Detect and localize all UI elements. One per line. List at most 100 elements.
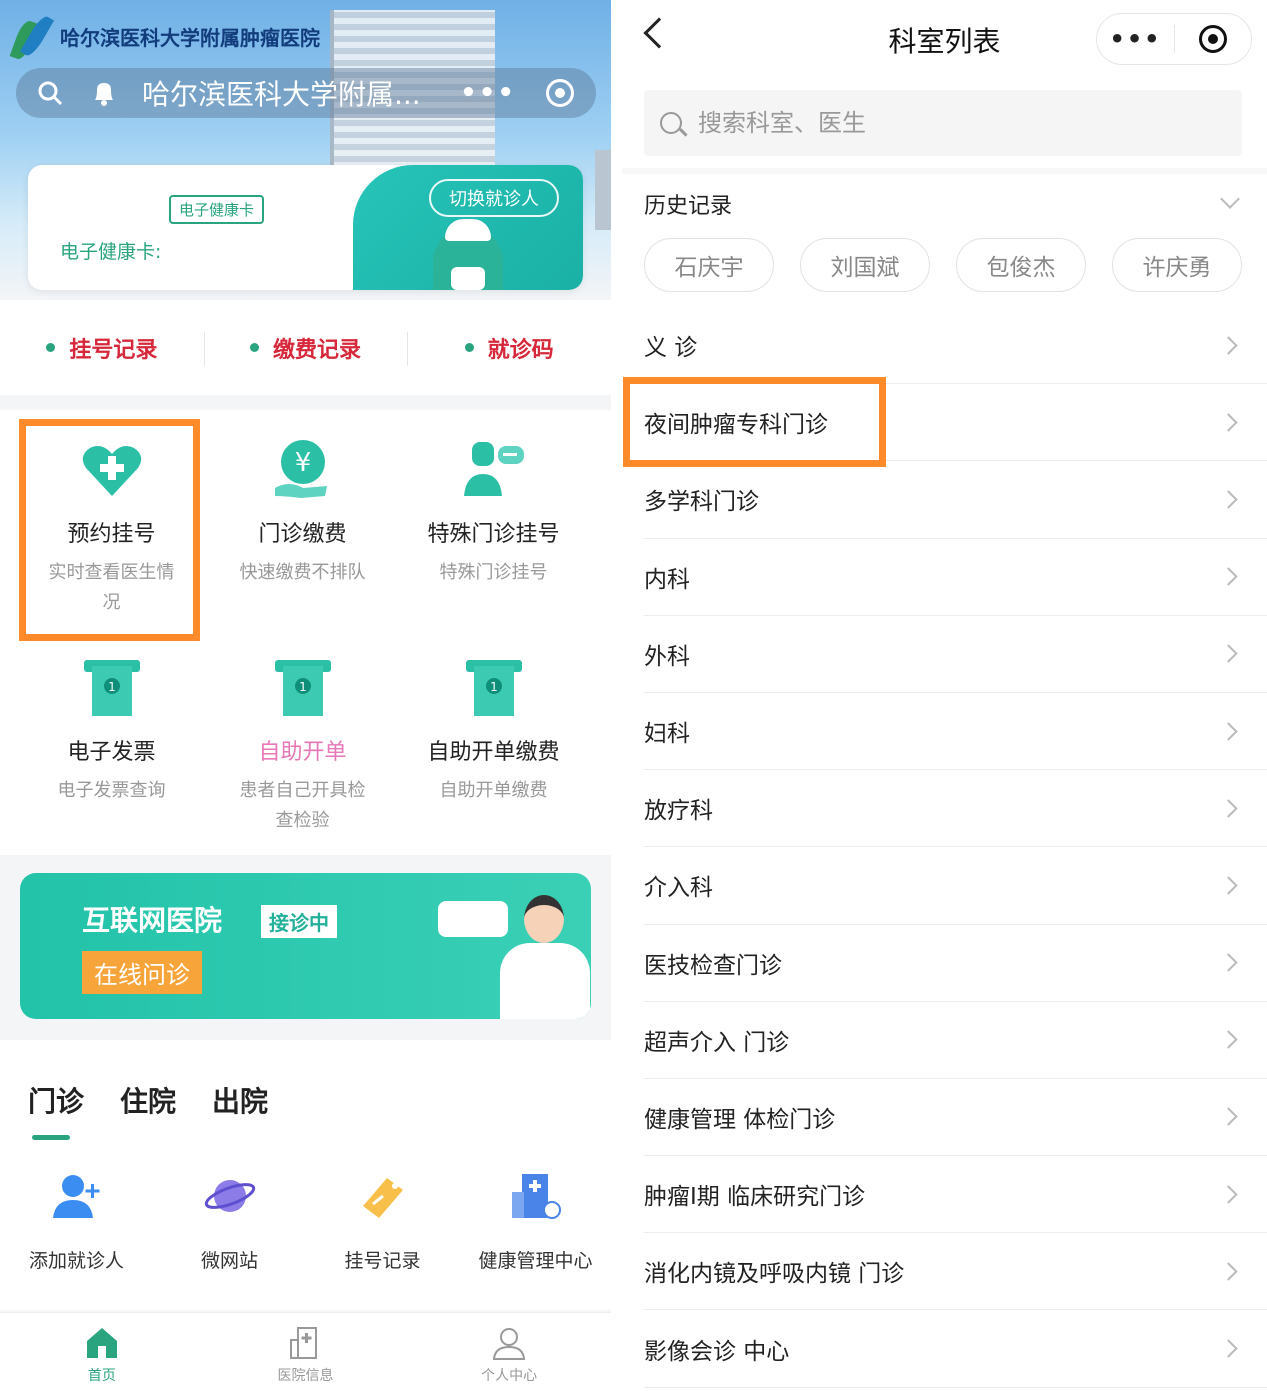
history-chip[interactable]: 石庆宇 bbox=[644, 238, 774, 292]
quick-link-registration-record[interactable]: 挂号记录 bbox=[0, 332, 204, 364]
department-item[interactable]: 影像会诊 中心 bbox=[644, 1310, 1267, 1388]
department-item[interactable]: 肿瘤I期 临床研究门诊 bbox=[644, 1156, 1267, 1234]
service-health-center[interactable]: 健康管理中心 bbox=[459, 1170, 611, 1273]
quick-link-label: 就诊码 bbox=[487, 337, 554, 363]
department-name: 多学科门诊 bbox=[644, 489, 759, 516]
dot-icon bbox=[46, 343, 56, 352]
quick-link-payment-record[interactable]: 缴费记录 bbox=[203, 331, 408, 366]
department-item[interactable]: 妇科 bbox=[644, 693, 1267, 771]
department-name: 义 诊 bbox=[644, 335, 698, 362]
divider bbox=[622, 168, 1267, 174]
online-consult-button[interactable]: 在线问诊 bbox=[82, 951, 202, 994]
highlight-box bbox=[19, 419, 200, 641]
chat-bubble-icon bbox=[438, 901, 508, 937]
internet-hospital-banner[interactable]: 互联网医院 接诊中 在线问诊 bbox=[20, 873, 591, 1019]
tabbar-label: 首页 bbox=[87, 1368, 116, 1384]
svg-text:1: 1 bbox=[490, 680, 498, 694]
nurse-mascot-icon bbox=[433, 219, 503, 290]
health-card[interactable]: 电子健康卡 电子健康卡: 切换就诊人 bbox=[28, 165, 583, 290]
grid-item-e-invoice[interactable]: 1 电子发票 电子发票查询 bbox=[16, 656, 207, 806]
grid-item-self-order[interactable]: 1 自助开单 患者自己开具检查检验 bbox=[207, 656, 398, 836]
health-card-badge: 电子健康卡 bbox=[169, 195, 265, 224]
building-image-small bbox=[595, 150, 611, 230]
search-icon bbox=[660, 112, 682, 134]
department-item[interactable]: 健康管理 体检门诊 bbox=[644, 1079, 1267, 1157]
grid-item-sub: 特殊门诊挂号 bbox=[439, 562, 548, 583]
department-list: 义 诊 夜间肿瘤专科门诊 多学科门诊 内科 外科 妇科 放疗科 介入科 医技检查… bbox=[644, 307, 1267, 1388]
department-name: 妇科 bbox=[644, 721, 690, 748]
department-item[interactable]: 内科 bbox=[644, 539, 1267, 616]
service-registration-record[interactable]: 挂号记录 bbox=[306, 1170, 459, 1273]
chevron-right-icon bbox=[1219, 1339, 1238, 1358]
hospital-building-icon bbox=[510, 1170, 562, 1222]
grid-item-sub: 患者自己开具检查检验 bbox=[239, 780, 366, 831]
search-icon[interactable] bbox=[30, 73, 70, 113]
receipt-icon: 1 bbox=[271, 656, 335, 720]
chevron-right-icon bbox=[1219, 335, 1238, 355]
switch-patient-button[interactable]: 切换就诊人 bbox=[429, 179, 559, 217]
tab-outpatient[interactable]: 门诊 bbox=[28, 1080, 84, 1140]
history-chip[interactable]: 许庆勇 bbox=[1112, 238, 1242, 292]
chevron-right-icon bbox=[1219, 1184, 1238, 1204]
department-item[interactable]: 放疗科 bbox=[644, 770, 1267, 848]
department-item[interactable]: 义 诊 bbox=[644, 307, 1267, 385]
quick-links: 挂号记录 缴费记录 就诊码 bbox=[0, 300, 611, 395]
history-chip[interactable]: 刘国斌 bbox=[800, 238, 930, 292]
receipt-icon: 1 bbox=[80, 656, 144, 720]
chevron-right-icon bbox=[1219, 413, 1238, 432]
chevron-right-icon bbox=[1219, 490, 1238, 509]
grid-item-outpatient-payment[interactable]: ¥ 门诊缴费 快速缴费不排队 bbox=[207, 438, 398, 588]
department-name: 肿瘤I期 临床研究门诊 bbox=[644, 1184, 866, 1211]
home-icon bbox=[84, 1325, 120, 1361]
service-microsite[interactable]: 微网站 bbox=[153, 1170, 306, 1273]
chevron-right-icon bbox=[1219, 1030, 1238, 1049]
tab-inpatient[interactable]: 住院 bbox=[120, 1080, 176, 1120]
doctor-illustration bbox=[500, 895, 590, 1019]
tab-discharge[interactable]: 出院 bbox=[212, 1080, 268, 1120]
department-name: 影像会诊 中心 bbox=[644, 1338, 790, 1365]
close-miniprogram-icon[interactable] bbox=[1199, 25, 1227, 53]
close-miniprogram-icon[interactable] bbox=[546, 79, 574, 107]
search-bar[interactable] bbox=[644, 90, 1242, 156]
logo-leaf-icon bbox=[9, 12, 55, 62]
svg-text:1: 1 bbox=[299, 680, 307, 694]
tabbar-home[interactable]: 首页 bbox=[0, 1313, 204, 1391]
tabbar-hospital-info[interactable]: 医院信息 bbox=[204, 1313, 408, 1391]
department-name: 健康管理 体检门诊 bbox=[644, 1106, 836, 1133]
svg-text:¥: ¥ bbox=[294, 448, 311, 478]
quick-link-label: 缴费记录 bbox=[273, 337, 362, 363]
chevron-down-icon[interactable] bbox=[1220, 189, 1240, 209]
chevron-right-icon bbox=[1219, 1107, 1238, 1127]
planet-icon bbox=[204, 1170, 256, 1222]
grid-item-self-order-payment[interactable]: 1 自助开单缴费 自助开单缴费 bbox=[398, 656, 589, 806]
chevron-right-icon bbox=[1219, 567, 1238, 586]
dot-icon bbox=[250, 343, 259, 352]
grid-item-sub: 电子发票查询 bbox=[57, 780, 166, 801]
grid-item-special-outpatient[interactable]: 特殊门诊挂号 特殊门诊挂号 bbox=[398, 438, 589, 588]
bell-icon[interactable] bbox=[84, 73, 124, 113]
tabbar-label: 个人中心 bbox=[481, 1368, 538, 1384]
more-icon[interactable]: ••• bbox=[460, 78, 516, 108]
department-name: 内科 bbox=[644, 566, 690, 593]
department-item[interactable]: 外科 bbox=[644, 616, 1267, 693]
department-name: 放疗科 bbox=[644, 798, 713, 825]
search-input[interactable] bbox=[698, 109, 1218, 137]
department-name: 外科 bbox=[644, 643, 690, 670]
history-chips: 石庆宇 刘国斌 包俊杰 许庆勇 bbox=[644, 238, 1242, 292]
hospital-logo-text: 哈尔滨医科大学附属肿瘤医院 bbox=[60, 25, 320, 50]
service-label: 微网站 bbox=[200, 1250, 258, 1272]
department-item[interactable]: 医技检查门诊 bbox=[644, 925, 1267, 1002]
more-icon[interactable]: ••• bbox=[1097, 25, 1175, 53]
department-item[interactable]: 介入科 bbox=[644, 847, 1267, 925]
department-item[interactable]: 超声介入 门诊 bbox=[644, 1002, 1267, 1079]
history-chip[interactable]: 包俊杰 bbox=[956, 238, 1086, 292]
department-name: 介入科 bbox=[644, 875, 713, 902]
quick-link-visit-code[interactable]: 就诊码 bbox=[407, 331, 611, 366]
department-name: 医技检查门诊 bbox=[644, 952, 782, 979]
department-item[interactable]: 消化内镜及呼吸内镜 门诊 bbox=[644, 1233, 1267, 1311]
chevron-right-icon bbox=[1219, 1262, 1238, 1281]
tabbar-personal-center[interactable]: 个人中心 bbox=[407, 1313, 611, 1391]
service-add-patient[interactable]: 添加就诊人 bbox=[0, 1170, 153, 1273]
nav-bar: 科室列表 ••• bbox=[622, 0, 1267, 80]
department-item[interactable]: 多学科门诊 bbox=[644, 461, 1267, 539]
